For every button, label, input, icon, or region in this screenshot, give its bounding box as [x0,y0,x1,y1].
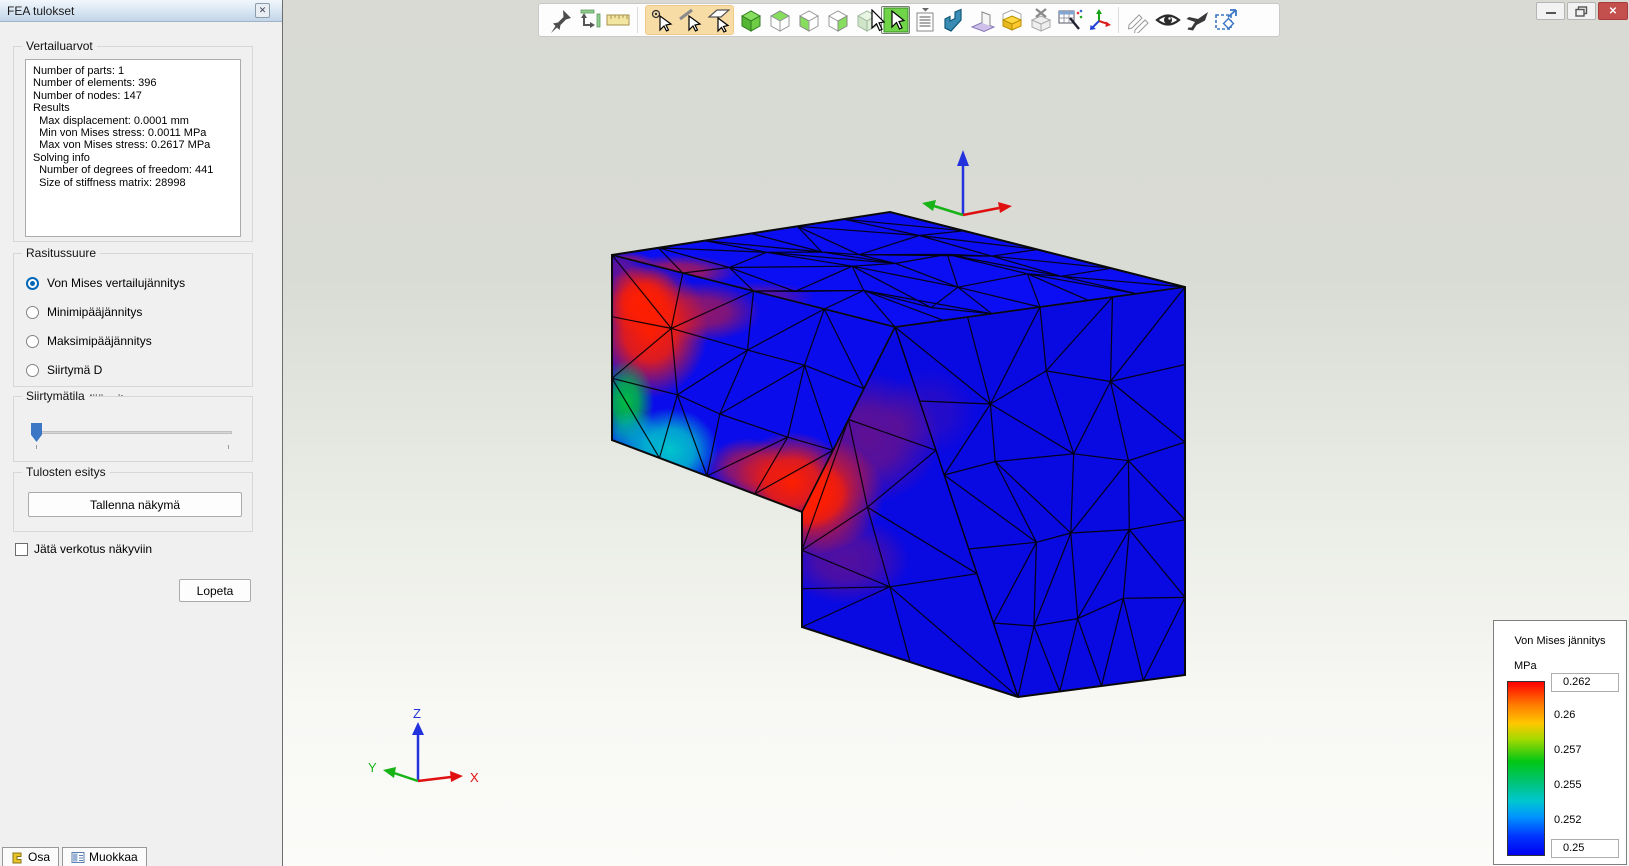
restore-button[interactable] [1567,2,1596,20]
profile-extrude-icon[interactable] [939,6,968,34]
slider-tick [228,445,229,449]
visibility-eye-icon[interactable] [1153,6,1182,34]
section-box-icon[interactable] [997,6,1026,34]
group-vertailuarvot: Vertailuarvot Number of parts: 1 Number … [13,39,253,242]
results-info-box: Number of parts: 1 Number of elements: 3… [25,59,241,237]
group-label: Siirtymätila [22,389,89,403]
fea-results-panel: FEA tulokset ✕ Vertailuarvot Number of p… [0,0,282,866]
cube-front-face-icon[interactable] [794,6,823,34]
group-tulosten-esitys: Tulosten esitys Tallenna näkymä [13,465,253,532]
toolbar-separator [1118,7,1119,33]
radio-dot[interactable] [26,305,39,319]
minimize-button[interactable] [1536,2,1565,20]
group-label: Rasitussuure [22,246,101,260]
legend-tick: 0.255 [1554,779,1582,791]
group-siirtymatila: Siirtymätila [13,389,253,462]
ruler-icon[interactable] [603,6,632,34]
delete-body-icon[interactable] [1026,6,1055,34]
radio-displacement[interactable]: Siirtymä D [26,363,102,377]
select-face-icon[interactable] [704,6,733,34]
keep-mesh-checkbox[interactable] [15,543,28,556]
quit-button[interactable]: Lopeta [179,579,251,602]
tab-osa[interactable]: Osa [2,847,60,866]
legend-tick: 0.257 [1554,744,1582,756]
displacement-slider-thumb[interactable] [31,423,42,442]
info-line: Number of nodes: 147 [33,89,142,102]
info-line: Number of elements: 396 [33,77,157,90]
viewport-3d[interactable] [282,0,1629,866]
selection-mode-group [645,5,734,35]
cube-right-face-icon[interactable] [823,6,852,34]
fly-mode-icon[interactable] [1182,6,1211,34]
info-line: Min von Mises stress: 0.0011 MPa [33,127,207,140]
fit-view-icon[interactable] [574,6,603,34]
group-rasitussuure: Rasitussuure Von Mises vertailujännitys … [13,246,253,406]
info-line: Max displacement: 0.0001 mm [33,114,189,127]
annotate-pencils-icon[interactable] [1124,6,1153,34]
main-toolbar [538,3,1280,37]
group-label: Tulosten esitys [22,465,110,479]
part-icon [12,852,22,863]
slider-tick [36,445,37,449]
close-window-button[interactable]: ✕ [1598,2,1628,20]
select-point-icon[interactable] [646,6,675,34]
legend-unit: MPa [1514,660,1537,672]
toolbar-separator [637,7,638,33]
solid-cube-icon[interactable] [736,6,765,34]
application-window: Z Y X ✕ Von Mises jännitys MPa 0.262 0.2… [0,0,1629,866]
group-label: Vertailuarvot [22,39,97,53]
radio-max-principal[interactable]: Maksimipääjännitys [26,334,152,348]
displacement-slider-track[interactable] [34,431,232,434]
info-line: Solving info [33,151,90,164]
legend-tick: 0.252 [1554,814,1582,826]
save-view-button[interactable]: Tallenna näkymä [28,492,242,517]
edit-window-icon [71,851,85,863]
radio-dot[interactable] [26,334,39,348]
panel-title-text: FEA tulokset [7,4,75,18]
cube-top-face-icon[interactable] [765,6,794,34]
info-line: Number of degrees of freedom: 441 [33,164,214,177]
panel-title: FEA tulokset ✕ [0,0,282,22]
radio-dot[interactable] [26,363,39,377]
legend-panel: Von Mises jännitys MPa 0.262 0.26 0.257 … [1493,620,1627,865]
info-line: Max von Mises stress: 0.2617 MPa [33,139,211,152]
info-line: Size of stiffness matrix: 28998 [33,176,186,189]
sheet-plane-icon[interactable] [968,6,997,34]
keep-mesh-checkbox-label: Jätä verkotus näkyviin [34,542,153,556]
radio-von-mises[interactable]: Von Mises vertailujännitys [26,276,185,290]
tab-muokkaa[interactable]: Muokkaa [62,847,147,866]
mouse-cursor [871,9,886,32]
info-line: Results [33,102,70,115]
legend-max-field[interactable]: 0.262 [1551,673,1619,692]
properties-list-icon[interactable] [910,6,939,34]
export-view-icon[interactable] [1211,6,1240,34]
select-edge-icon[interactable] [675,6,704,34]
axes-icon[interactable] [1084,6,1113,34]
legend-title: Von Mises jännitys [1514,635,1606,647]
radio-min-principal[interactable]: Minimipääjännitys [26,305,142,319]
panel-close-icon[interactable]: ✕ [255,3,270,18]
pin-icon[interactable] [545,6,574,34]
legend-min-field[interactable]: 0.25 [1551,839,1619,858]
table-wand-icon[interactable] [1055,6,1084,34]
info-line: Number of parts: 1 [33,65,125,77]
legend-colorbar [1507,681,1545,856]
radio-dot[interactable] [26,276,39,290]
legend-tick: 0.26 [1554,709,1576,721]
bottom-tab-bar: Osa Muokkaa [2,847,147,866]
